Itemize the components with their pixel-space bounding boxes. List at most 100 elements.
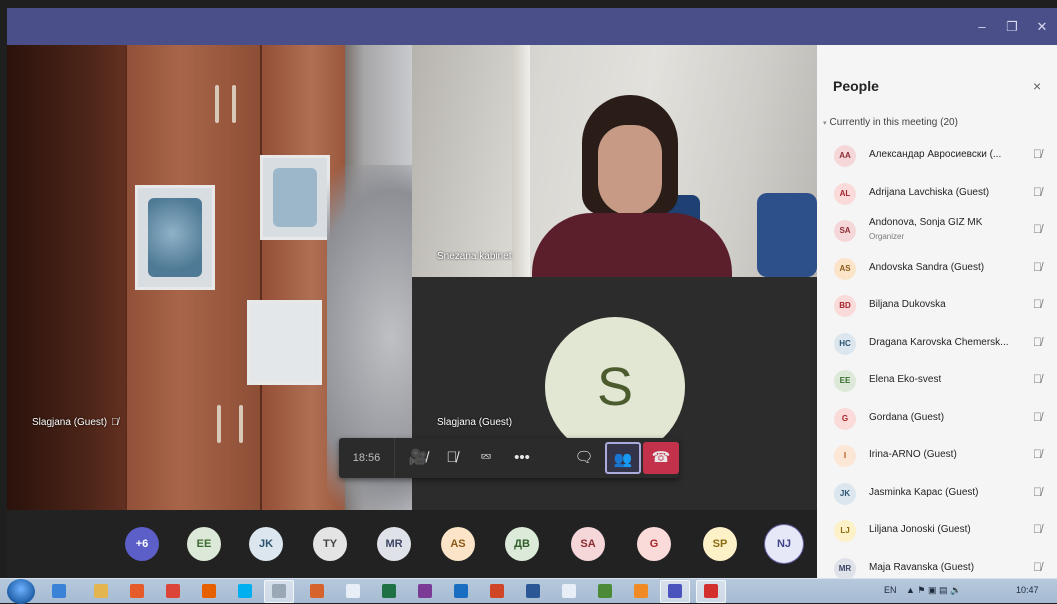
camera-off-icon[interactable]: 🎥̸ [401, 438, 435, 478]
ie-icon[interactable] [52, 584, 66, 598]
windows-taskbar: EN ▲ ⚑ ▣ ▤ 🔊 10:47 [0, 578, 1057, 604]
mic-off-icon[interactable]: 🎙̸ [435, 438, 469, 478]
people-pane: People × ▾ Currently in this meeting (20)… [817, 45, 1057, 578]
participant-row[interactable]: AA Александар Авросиевски (... 🎙̸ [817, 137, 1057, 174]
participant-row[interactable]: MR Maja Ravanska (Guest) 🎙̸ [817, 550, 1057, 578]
tray-icons[interactable]: ▲ ⚑ ▣ ▤ 🔊 [906, 585, 961, 596]
mic-off-icon: 🎙̸ [1033, 259, 1042, 274]
participant-avatar[interactable]: G [637, 527, 671, 561]
avatar: SA [834, 220, 856, 242]
share-screen-icon[interactable]: ⮹ [469, 438, 503, 478]
vlc-icon[interactable] [634, 584, 648, 598]
participant-avatar[interactable]: TY [313, 527, 347, 561]
participant-name-label: Snezana kabinet [437, 251, 512, 262]
app-icon[interactable] [272, 584, 286, 598]
participant-name: Andovska Sandra (Guest) [869, 261, 985, 273]
participant-avatar[interactable]: +6 [125, 527, 159, 561]
video-tile-top-right[interactable]: Snezana kabinet [412, 45, 817, 277]
people-icon[interactable]: 👥 [605, 442, 641, 474]
participant-name: Liljana Jonoski (Guest) [869, 524, 971, 535]
pane-title: People [833, 78, 879, 94]
app-icon[interactable] [598, 584, 612, 598]
call-duration: 18:56 [339, 438, 395, 478]
avatar: JK [834, 482, 856, 505]
chat-icon[interactable]: 🗨 [567, 438, 601, 478]
start-button[interactable] [7, 579, 35, 604]
avatar: I [834, 445, 856, 467]
app-icon[interactable] [310, 584, 324, 598]
participant-name-label: Slagjana (Guest) [437, 417, 513, 428]
video-background [232, 85, 236, 123]
acrobat-icon[interactable] [704, 584, 718, 598]
explorer-icon[interactable] [94, 584, 108, 598]
avatar: EE [834, 370, 856, 392]
mic-off-icon: 🎙̸ [1033, 184, 1042, 199]
participant-row[interactable]: EE Elena Eko-svest 🎙̸ [817, 362, 1057, 399]
teams-icon[interactable] [668, 584, 682, 598]
participant-avatar[interactable]: AS [441, 527, 475, 561]
avatar: G [834, 407, 856, 430]
participant-avatar[interactable]: EE [187, 527, 221, 561]
participant-row[interactable]: AS Andovska Sandra (Guest) 🎙̸ [817, 250, 1057, 287]
video-background [598, 125, 662, 215]
hang-up-button[interactable]: ☎ [643, 442, 679, 474]
avatar: LJ [834, 520, 856, 542]
participant-name: Elena Eko-svest [869, 374, 942, 385]
participant-avatar[interactable]: SA [571, 527, 605, 561]
meeting-section-header[interactable]: ▾ Currently in this meeting (20) [823, 117, 958, 128]
notepad-icon[interactable] [346, 584, 360, 598]
clock[interactable]: 10:47 [1016, 585, 1039, 595]
mic-off-icon: 🎙̸ [1033, 297, 1042, 311]
title-bar: – ❐ ✕ [7, 8, 1057, 45]
participant-strip: +6 EE JK TY MR AS ДВ SA G SP NJ [7, 510, 817, 578]
skype-icon[interactable] [238, 584, 252, 598]
participant-row[interactable]: BD Biljana Dukovska 🎙̸ [817, 287, 1057, 324]
participant-role: Organizer [869, 232, 905, 241]
outlook-icon[interactable] [454, 584, 468, 598]
participant-row[interactable]: HC Dragana Karovska Chemersk... 🎙̸ [817, 325, 1057, 362]
participant-row[interactable]: SA Andonova, Sonja GIZ MK Organizer 🎙̸ [817, 212, 1057, 249]
participant-row[interactable]: JK Jasminka Kapac (Guest) 🎙̸ [817, 475, 1057, 512]
mic-off-icon: 🎙̸ [1033, 409, 1042, 424]
participant-name: Maja Ravanska (Guest) [869, 561, 975, 573]
more-actions-icon[interactable]: ••• [505, 438, 539, 478]
close-icon[interactable]: × [1033, 78, 1041, 94]
media-icon[interactable] [130, 584, 144, 598]
video-background [239, 405, 243, 443]
participant-row[interactable]: G Gordana (Guest) 🎙̸ [817, 400, 1057, 437]
participant-row[interactable]: LJ Liljana Jonoski (Guest) 🎙̸ [817, 512, 1057, 549]
participant-avatar[interactable]: SP [703, 527, 737, 561]
video-background [247, 300, 322, 385]
mic-off-icon: 🎙̸ [111, 417, 119, 428]
participant-avatar[interactable]: ДВ [505, 527, 539, 561]
chrome-icon[interactable] [166, 584, 180, 598]
participant-avatar[interactable]: MR [377, 527, 411, 561]
avatar: AS [834, 257, 856, 280]
avatar: AL [834, 182, 856, 205]
participant-row[interactable]: AL Adrijana Lavchiska (Guest) 🎙̸ [817, 175, 1057, 212]
language-indicator[interactable]: EN [884, 585, 897, 595]
powerpoint-icon[interactable] [490, 584, 504, 598]
participant-name-label: Slagjana (Guest) 🎙̸ [32, 417, 119, 428]
video-stage: Slagjana (Guest) 🎙̸ Snezana kabinet S Sla… [7, 45, 817, 510]
teams-meeting-window: – ❐ ✕ Slagjana (Guest) 🎙̸ Snezana kabine… [7, 8, 1057, 578]
video-background [135, 185, 215, 290]
maximize-button[interactable]: ❐ [997, 8, 1027, 45]
participant-name: Irina-ARNO (Guest) [869, 449, 957, 460]
minimize-button[interactable]: – [967, 8, 997, 45]
excel-icon[interactable] [382, 584, 396, 598]
close-window-button[interactable]: ✕ [1027, 8, 1057, 45]
participant-row[interactable]: I Irina-ARNO (Guest) 🎙̸ [817, 437, 1057, 474]
onenote-icon[interactable] [418, 584, 432, 598]
firefox-icon[interactable] [202, 584, 216, 598]
word-icon[interactable] [526, 584, 540, 598]
mic-off-icon: 🎙̸ [1033, 447, 1042, 461]
video-background [532, 213, 732, 277]
participant-name: Dragana Karovska Chemersk... [869, 336, 1009, 348]
video-background [215, 85, 219, 123]
mic-off-icon: 🎙̸ [1033, 147, 1042, 161]
participant-avatar[interactable]: JK [249, 527, 283, 561]
participant-avatar[interactable]: NJ [767, 527, 801, 561]
video-background [512, 45, 530, 277]
app-icon[interactable] [562, 584, 576, 598]
